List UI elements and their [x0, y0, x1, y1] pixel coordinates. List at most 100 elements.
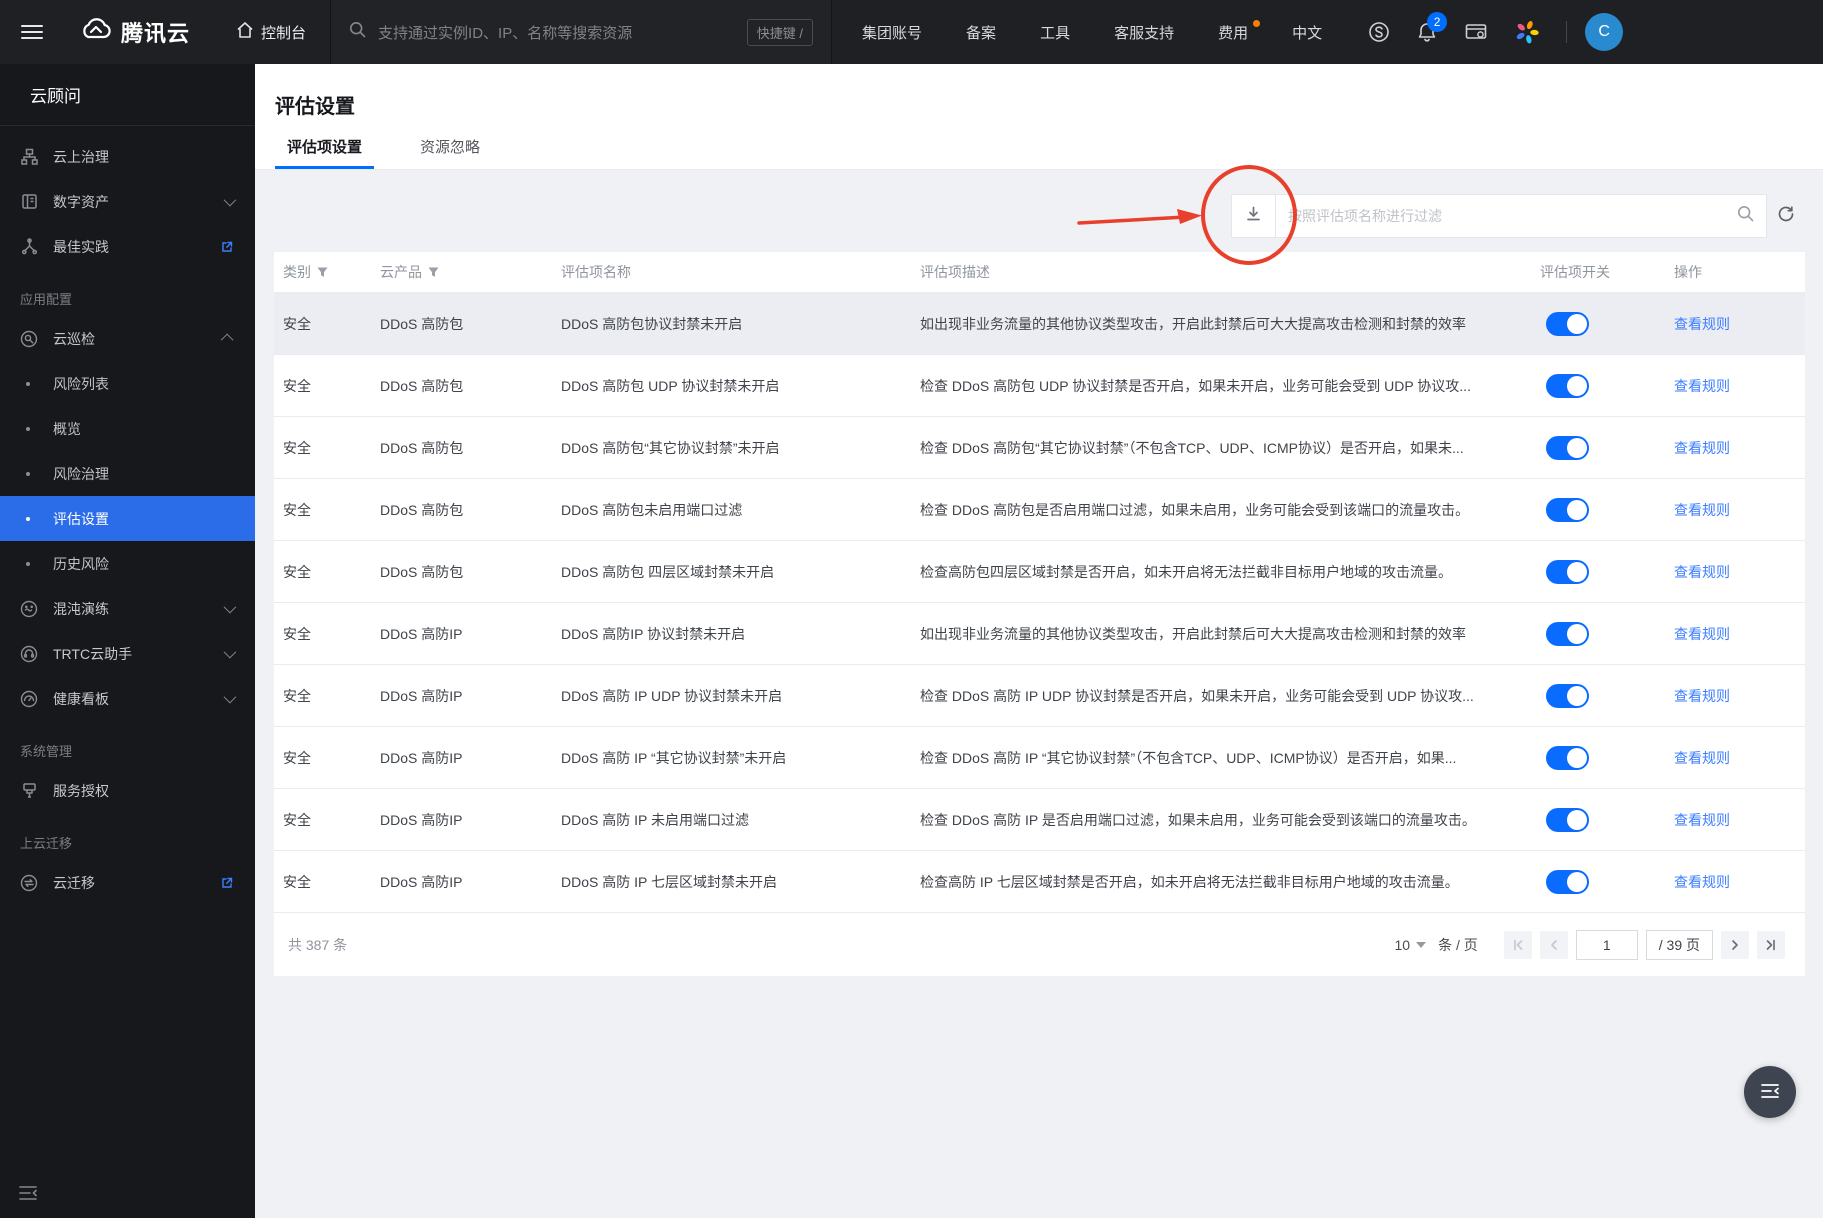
- refresh-button[interactable]: [1767, 194, 1805, 238]
- tab-resource-ignore[interactable]: 资源忽略: [408, 136, 492, 169]
- sidebar-item-best-practice[interactable]: 最佳实践: [0, 224, 255, 269]
- sidebar-item-governance[interactable]: 云上治理: [0, 134, 255, 179]
- menu-item-group-account[interactable]: 集团账号: [862, 22, 922, 43]
- eval-item-toggle[interactable]: [1546, 869, 1589, 894]
- notification-bell-icon[interactable]: 2: [1416, 12, 1448, 43]
- view-rules-link[interactable]: 查看规则: [1658, 874, 1730, 890]
- activity-pinwheel-icon[interactable]: [1514, 19, 1540, 45]
- service-status-icon[interactable]: [1368, 21, 1390, 43]
- toggle-knob: [1567, 871, 1587, 892]
- menu-item-tools[interactable]: 工具: [1040, 22, 1070, 43]
- download-button[interactable]: [1231, 194, 1275, 238]
- eval-item-toggle[interactable]: [1546, 683, 1589, 708]
- page-title: 评估设置: [275, 96, 355, 118]
- eval-item-toggle[interactable]: [1546, 807, 1589, 832]
- sidebar-item-eval-settings[interactable]: 评估设置: [0, 496, 255, 541]
- sidebar-item-history-risk[interactable]: 历史风险: [0, 541, 255, 586]
- last-page-button[interactable]: [1757, 930, 1785, 959]
- cell-description: 如出现非业务流量的其他协议类型攻击，开启此封禁后可大大提高攻击检测和封禁的效率: [920, 315, 1466, 332]
- sidebar-item-digital-assets[interactable]: 数字资产: [0, 179, 255, 224]
- filter-funnel-icon[interactable]: [428, 267, 439, 278]
- menu-item-billing[interactable]: 费用: [1218, 19, 1261, 43]
- pagination-bar: 共 387 条 10 条 / 页 1 / 39 页: [274, 912, 1805, 976]
- filter-funnel-icon[interactable]: [317, 267, 328, 278]
- sidebar-collapse-icon[interactable]: [18, 1185, 38, 1206]
- cell-product: DDoS 高防IP: [380, 749, 463, 766]
- trtc-assistant-icon: [20, 645, 38, 663]
- view-rules-link[interactable]: 查看规则: [1658, 626, 1730, 642]
- cell-switch: [1531, 869, 1658, 894]
- sidebar-item-overview[interactable]: 概览: [0, 406, 255, 451]
- menu-item-language[interactable]: 中文: [1292, 22, 1322, 43]
- bullet-dot: [26, 471, 30, 476]
- eval-item-toggle[interactable]: [1546, 559, 1589, 584]
- total-pages-label: / 39 页: [1645, 929, 1713, 960]
- search-icon: [349, 21, 366, 43]
- eval-item-toggle[interactable]: [1546, 745, 1589, 770]
- cell-product: DDoS 高防包: [380, 315, 464, 332]
- cell-switch: [1531, 807, 1658, 832]
- brand-logo[interactable]: 腾讯云: [79, 16, 190, 48]
- filter-input[interactable]: [1288, 208, 1737, 224]
- view-rules-link[interactable]: 查看规则: [1658, 688, 1730, 704]
- cell-switch: [1531, 435, 1658, 460]
- sidebar-item-service-auth[interactable]: 服务授权: [0, 768, 255, 813]
- sidebar-item-chaos[interactable]: 混沌演练: [0, 586, 255, 631]
- toggle-knob: [1567, 561, 1587, 582]
- view-rules-link[interactable]: 查看规则: [1658, 750, 1730, 766]
- health-dashboard-icon: [20, 690, 38, 708]
- cell-name: DDoS 高防 IP UDP 协议封禁未开启: [561, 687, 783, 704]
- table-row: 安全 DDoS 高防IP DDoS 高防 IP “其它协议封禁”未开启 检查 D…: [274, 726, 1805, 788]
- external-link-icon: [221, 241, 233, 253]
- sidebar-section-migration: 上云迁移: [20, 836, 73, 851]
- sidebar-item-health[interactable]: 健康看板: [0, 676, 255, 721]
- menu-item-support[interactable]: 客服支持: [1114, 22, 1174, 43]
- cell-product: DDoS 高防IP: [380, 811, 463, 828]
- user-avatar[interactable]: C: [1585, 13, 1624, 51]
- global-search[interactable]: 支持通过实例ID、IP、名称等搜索资源 快捷键 /: [330, 0, 833, 64]
- view-rules-link[interactable]: 查看规则: [1658, 502, 1730, 518]
- cell-name: DDoS 高防包未启用端口过滤: [561, 501, 743, 518]
- cell-action: 查看规则: [1658, 748, 1805, 768]
- next-page-button[interactable]: [1721, 930, 1749, 959]
- console-link[interactable]: 控制台: [236, 21, 306, 44]
- header-category: 类别: [274, 262, 371, 282]
- sidebar-item-inspection[interactable]: 云巡检: [0, 316, 255, 361]
- menu-item-icp[interactable]: 备案: [966, 22, 996, 43]
- page-header: 评估设置 评估项设置 资源忽略: [255, 64, 1823, 170]
- sidebar-item-cloud-migration[interactable]: 云迁移: [0, 860, 255, 905]
- feedback-fab-button[interactable]: [1744, 1066, 1796, 1118]
- prev-page-button[interactable]: [1539, 930, 1568, 959]
- view-rules-link[interactable]: 查看规则: [1658, 440, 1730, 456]
- view-rules-link[interactable]: 查看规则: [1658, 316, 1730, 332]
- sidebar-item-trtc[interactable]: TRTC云助手: [0, 631, 255, 676]
- cell-description: 检查 DDoS 高防 IP UDP 协议封禁是否开启，如果未开启，业务可能会受到…: [920, 687, 1474, 704]
- view-rules-link[interactable]: 查看规则: [1658, 564, 1730, 580]
- cell-category: 安全: [283, 687, 311, 704]
- cell-category: 安全: [283, 811, 311, 828]
- cell-category: 安全: [283, 377, 311, 394]
- tab-eval-item-settings[interactable]: 评估项设置: [275, 136, 375, 169]
- external-link-icon: [221, 877, 233, 889]
- first-page-button[interactable]: [1503, 930, 1532, 959]
- eval-item-toggle[interactable]: [1546, 497, 1589, 522]
- console-settings-icon[interactable]: [1464, 21, 1488, 43]
- page-number-input[interactable]: [1575, 929, 1638, 960]
- sidebar-title: 云顾问: [0, 64, 255, 126]
- view-rules-link[interactable]: 查看规则: [1658, 812, 1730, 828]
- cell-action: 查看规则: [1658, 438, 1805, 458]
- sidebar-item-risk-governance[interactable]: 风险治理: [0, 451, 255, 496]
- filter-search-icon[interactable]: [1737, 205, 1754, 227]
- bullet-dot: [26, 561, 30, 566]
- cell-action: 查看规则: [1658, 686, 1805, 706]
- inspection-icon: [20, 330, 38, 348]
- view-rules-link[interactable]: 查看规则: [1658, 378, 1730, 394]
- eval-item-toggle[interactable]: [1546, 373, 1589, 398]
- eval-item-toggle[interactable]: [1546, 621, 1589, 646]
- page-size-select[interactable]: 10: [1395, 937, 1427, 953]
- shortcut-badge: 快捷键 /: [746, 18, 814, 46]
- hamburger-menu-icon[interactable]: [21, 21, 43, 43]
- sidebar-item-risk-list[interactable]: 风险列表: [0, 361, 255, 406]
- eval-item-toggle[interactable]: [1546, 311, 1589, 336]
- eval-item-toggle[interactable]: [1546, 435, 1589, 460]
